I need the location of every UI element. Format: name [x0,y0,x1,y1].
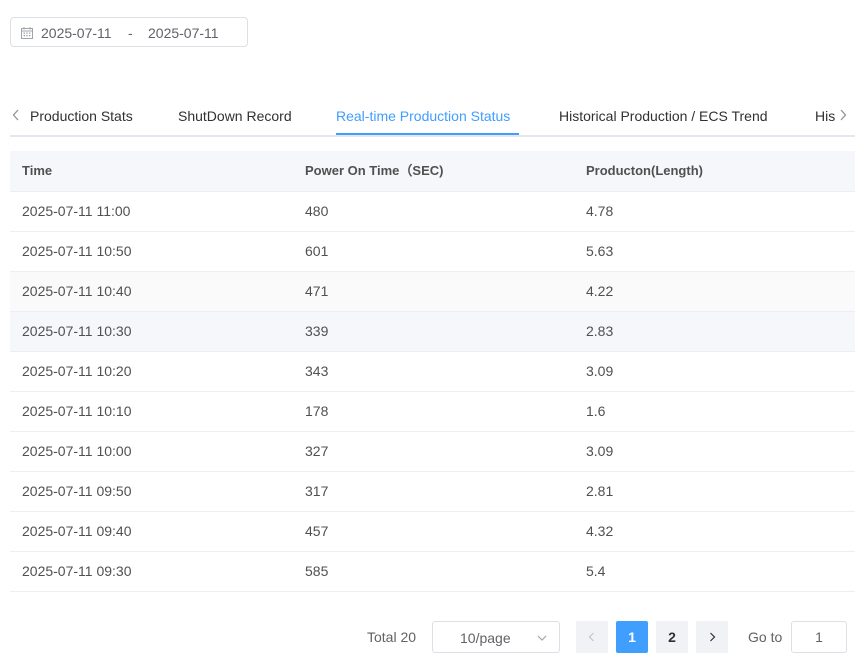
cell-production-length: 1.6 [586,403,606,419]
column-header-power-on-time: Power On Time（SEC) [305,163,444,178]
cell-power-on-time: 457 [305,523,329,539]
chevron-down-icon [537,635,547,641]
tab-historical-truncated[interactable]: His [815,108,835,124]
table-row: 2025-07-11 10:10 178 1.6 [10,392,855,432]
table-row: 2025-07-11 09:50 317 2.81 [10,472,855,512]
tab-bar: Production Stats ShutDown Record Real-ti… [10,100,855,137]
date-range-picker[interactable]: 2025-07-11 - 2025-07-11 [10,17,248,47]
cell-production-length: 5.4 [586,563,606,579]
cell-time: 2025-07-11 10:50 [22,243,132,259]
cell-power-on-time: 471 [305,283,329,299]
tab-shutdown-record[interactable]: ShutDown Record [178,108,292,124]
end-date-input[interactable]: 2025-07-11 [148,25,219,41]
column-header-production-length: Producton(Length) [586,163,703,178]
table-row: 2025-07-11 11:00 480 4.78 [10,192,855,232]
prev-page-button[interactable] [576,621,608,653]
cell-time: 2025-07-11 09:40 [22,523,132,539]
cell-time: 2025-07-11 10:30 [22,323,132,339]
cell-time: 2025-07-11 10:40 [22,283,132,299]
cell-production-length: 5.63 [586,243,614,259]
tab-historical-production-ecs-trend[interactable]: Historical Production / ECS Trend [559,108,768,124]
active-tab-indicator [336,133,519,135]
tab-scroll-right-icon[interactable] [839,109,851,123]
next-page-button[interactable] [696,621,728,653]
production-status-table: Time Power On Time（SEC) Producton(Length… [10,151,855,592]
table-row: 2025-07-11 09:30 585 5.4 [10,552,855,592]
cell-power-on-time: 585 [305,563,329,579]
cell-time: 2025-07-11 10:00 [22,443,132,459]
cell-time: 2025-07-11 10:10 [22,403,132,419]
table-header: Time Power On Time（SEC) Producton(Length… [10,151,855,192]
cell-time: 2025-07-11 09:50 [22,483,132,499]
start-date-input[interactable]: 2025-07-11 [41,25,112,41]
table-body: 2025-07-11 11:00 480 4.78 2025-07-11 10:50 6… [10,192,855,592]
cell-production-length: 4.78 [586,203,614,219]
tab-production-stats[interactable]: Production Stats [30,108,133,124]
cell-production-length: 4.22 [586,283,614,299]
cell-power-on-time: 327 [305,443,329,459]
cell-power-on-time: 178 [305,403,329,419]
cell-power-on-time: 601 [305,243,329,259]
cell-power-on-time: 480 [305,203,329,219]
tab-real-time-production-status[interactable]: Real-time Production Status [336,108,510,124]
table-row: 2025-07-11 10:00 327 3.09 [10,432,855,472]
table-row: 2025-07-11 10:30 339 2.83 [10,312,855,352]
table-row: 2025-07-11 09:40 457 4.32 [10,512,855,552]
cell-production-length: 3.09 [586,443,614,459]
cell-time: 2025-07-11 11:00 [22,203,131,219]
column-header-time: Time [22,163,53,178]
cell-production-length: 3.09 [586,363,614,379]
cell-power-on-time: 317 [305,483,329,499]
page-button-1[interactable]: 1 [616,621,648,653]
page-button-2[interactable]: 2 [656,621,688,653]
date-range-separator: - [128,25,133,41]
cell-time: 2025-07-11 09:30 [22,563,132,579]
chevron-left-icon [588,632,594,642]
cell-production-length: 2.83 [586,323,614,339]
goto-page-input[interactable] [791,621,847,653]
chevron-right-icon [710,632,716,642]
goto-label: Go to [748,629,783,645]
table-row: 2025-07-11 10:50 601 5.63 [10,232,855,272]
page-size-select[interactable]: 10/page [432,621,560,653]
page-size-value: 10/page [460,630,511,646]
cell-production-length: 2.81 [586,483,614,499]
calendar-icon [21,27,33,39]
pagination-total: Total 20 [367,629,417,645]
cell-production-length: 4.32 [586,523,614,539]
table-row: 2025-07-11 10:40 471 4.22 [10,272,855,312]
table-row: 2025-07-11 10:20 343 3.09 [10,352,855,392]
cell-time: 2025-07-11 10:20 [22,363,132,379]
cell-power-on-time: 339 [305,323,329,339]
cell-power-on-time: 343 [305,363,329,379]
